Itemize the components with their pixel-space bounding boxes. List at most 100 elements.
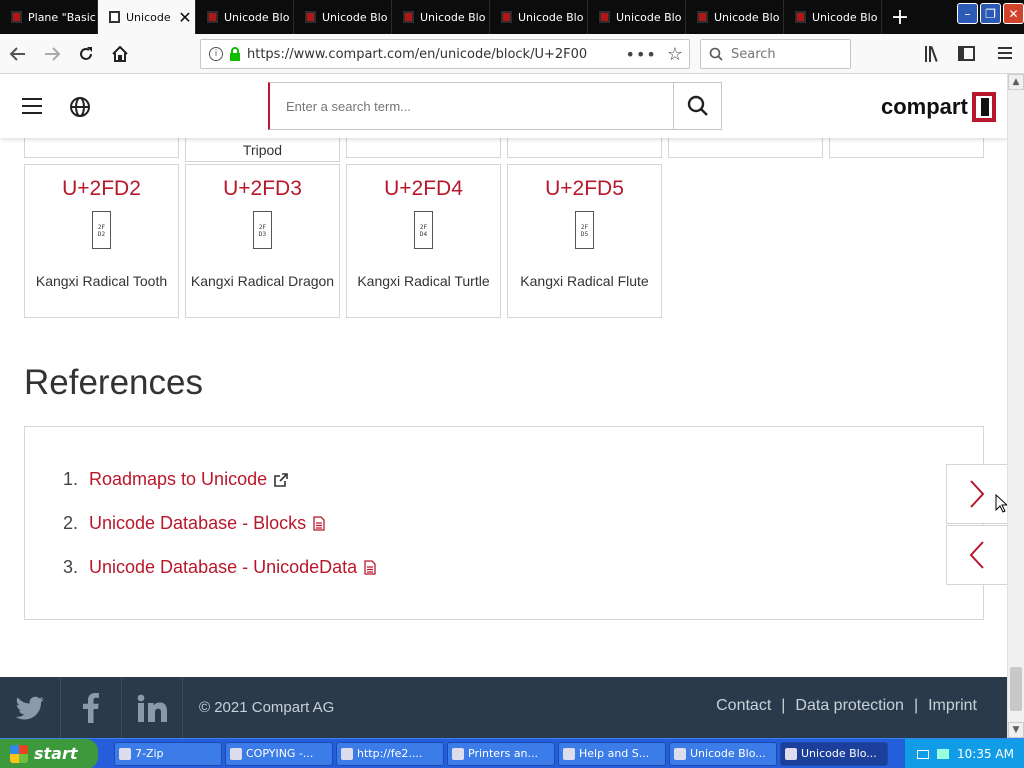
reference-item: 3. Unicode Database - UnicodeData [63, 557, 376, 578]
browser-tab[interactable]: Unicode Blo [392, 0, 490, 34]
library-icon[interactable] [925, 46, 943, 62]
browser-search-input[interactable] [731, 46, 841, 62]
minimize-button[interactable]: – [957, 3, 978, 24]
arrow-right-icon [45, 46, 61, 61]
forward-button[interactable] [36, 38, 68, 70]
reference-link[interactable]: Roadmaps to Unicode [89, 469, 267, 490]
address-bar[interactable]: i https://www.compart.com/en/unicode/blo… [200, 39, 690, 69]
restore-button[interactable]: ❐ [980, 3, 1001, 24]
compart-favicon-icon [501, 11, 512, 23]
browser-tab[interactable]: Unicode Blo [686, 0, 784, 34]
chevron-right-icon [970, 480, 985, 508]
network-icon[interactable] [937, 749, 950, 759]
linkedin-icon [137, 694, 167, 722]
close-window-button[interactable]: ✕ [1003, 3, 1024, 24]
footer-link-contact[interactable]: Contact [716, 697, 771, 715]
browser-tab[interactable]: Unicode Blo [490, 0, 588, 34]
firefox-icon [674, 747, 686, 760]
taskbar-item-label: COPYING -... [246, 747, 314, 760]
bookmark-star-icon[interactable]: ☆ [667, 44, 683, 65]
taskbar-item[interactable]: http://fe2.... [336, 741, 444, 766]
compart-logo[interactable]: compart [881, 92, 996, 122]
new-tab-button[interactable]: + [882, 0, 918, 34]
browser-search-box[interactable] [700, 39, 851, 69]
browser-tab-active[interactable]: Unicode ✕ [98, 0, 196, 34]
info-icon[interactable]: i [209, 47, 223, 61]
sidebar-icon[interactable] [958, 46, 975, 61]
home-icon [112, 45, 128, 62]
document-icon [313, 516, 325, 531]
tab-title: Unicode Blo [224, 10, 290, 24]
taskbar-item-label: Help and S... [579, 747, 650, 760]
reload-icon [80, 46, 92, 60]
page-actions-icon[interactable]: ••• [626, 45, 657, 64]
glyph-card-partial[interactable] [346, 138, 501, 158]
tab-title: Unicode Blo [812, 10, 878, 24]
reference-link[interactable]: Unicode Database - Blocks [89, 513, 306, 534]
facebook-link[interactable] [61, 677, 122, 738]
facebook-icon [83, 692, 99, 723]
taskbar-item[interactable]: Help and S... [558, 741, 666, 766]
glyph-card-partial[interactable] [829, 138, 984, 158]
glyph-card[interactable]: U+2FD5 2F D5 Kangxi Radical Flute [507, 164, 662, 318]
site-header: compart [0, 74, 1007, 138]
glyph-card-partial[interactable] [668, 138, 823, 158]
menu-icon[interactable] [998, 47, 1012, 59]
reference-item: 1. Roadmaps to Unicode [63, 469, 288, 490]
browser-tab[interactable]: Unicode Blo [196, 0, 294, 34]
hamburger-menu-icon[interactable] [22, 98, 42, 114]
glyph-card-partial[interactable]: Tripod [185, 138, 340, 162]
footer-link-imprint[interactable]: Imprint [928, 697, 977, 715]
scroll-up-arrow-icon[interactable]: ▲ [1008, 74, 1024, 90]
home-button[interactable] [104, 38, 136, 70]
reference-number: 1. [63, 469, 79, 489]
start-button[interactable]: start [0, 738, 98, 768]
glyph-card[interactable]: U+2FD2 2F D2 Kangxi Radical Tooth [24, 164, 179, 318]
document-icon [364, 560, 376, 575]
close-tab-icon[interactable]: ✕ [175, 8, 195, 27]
taskbar-item[interactable]: Printers an... [447, 741, 555, 766]
glyph-card[interactable]: U+2FD3 2F D3 Kangxi Radical Dragon [185, 164, 340, 318]
copyright-text: © 2021 Compart AG [199, 699, 335, 716]
back-button[interactable] [2, 38, 34, 70]
taskbar-item-label: Unicode Blo... [801, 747, 877, 760]
lock-icon [230, 47, 240, 61]
taskbar-item[interactable]: Unicode Blo... [669, 741, 777, 766]
globe-icon[interactable] [69, 96, 91, 118]
site-footer: © 2021 Compart AG Contact | Data protect… [0, 677, 1007, 738]
arrow-left-icon [9, 46, 25, 61]
references-box: 1. Roadmaps to Unicode 2. Unicode Databa… [24, 426, 984, 620]
reload-button[interactable] [70, 38, 102, 70]
compart-favicon-icon [795, 11, 806, 23]
browser-tab[interactable]: Unicode Blo [294, 0, 392, 34]
footer-link-data-protection[interactable]: Data protection [795, 697, 904, 715]
twitter-link[interactable] [0, 677, 61, 738]
previous-page-button[interactable] [946, 525, 1007, 585]
window-controls: – ❐ ✕ [957, 3, 1024, 24]
firefox-icon [785, 747, 797, 760]
keyboard-icon[interactable] [917, 749, 930, 759]
web-page: Tripod compart U+2FD2 2F D2 [0, 74, 1007, 738]
glyph-card[interactable]: U+2FD4 2F D4 Kangxi Radical Turtle [346, 164, 501, 318]
site-search-input[interactable] [270, 83, 673, 129]
taskbar-item[interactable]: 7-Zip [114, 741, 222, 766]
taskbar-item[interactable]: COPYING -... [225, 741, 333, 766]
browser-tab[interactable]: Plane "Basic [0, 0, 98, 34]
taskbar-item-active[interactable]: Unicode Blo... [780, 741, 888, 766]
reference-link[interactable]: Unicode Database - UnicodeData [89, 557, 357, 578]
glyph-card-code: U+2FD5 [545, 177, 624, 200]
browser-tab[interactable]: Unicode Blo [588, 0, 686, 34]
linkedin-link[interactable] [122, 677, 183, 738]
glyph-card-partial[interactable] [507, 138, 662, 158]
desktop: Plane "Basic Unicode ✕ Unicode Blo Unicod… [0, 0, 1024, 768]
glyph-card-partial[interactable] [24, 138, 179, 158]
scroll-down-arrow-icon[interactable]: ▼ [1008, 722, 1024, 738]
browser-tab[interactable]: Unicode Blo [784, 0, 882, 34]
clock[interactable]: 10:35 AM [957, 747, 1014, 761]
scrollbar-thumb[interactable] [1010, 667, 1022, 711]
site-search-button[interactable] [673, 83, 721, 129]
footer-links: Contact | Data protection | Imprint [716, 697, 977, 715]
twitter-icon [15, 696, 44, 720]
page-scrollbar[interactable]: ▲ ▼ [1007, 74, 1024, 738]
browser-nav-bar: i https://www.compart.com/en/unicode/blo… [0, 34, 1024, 74]
